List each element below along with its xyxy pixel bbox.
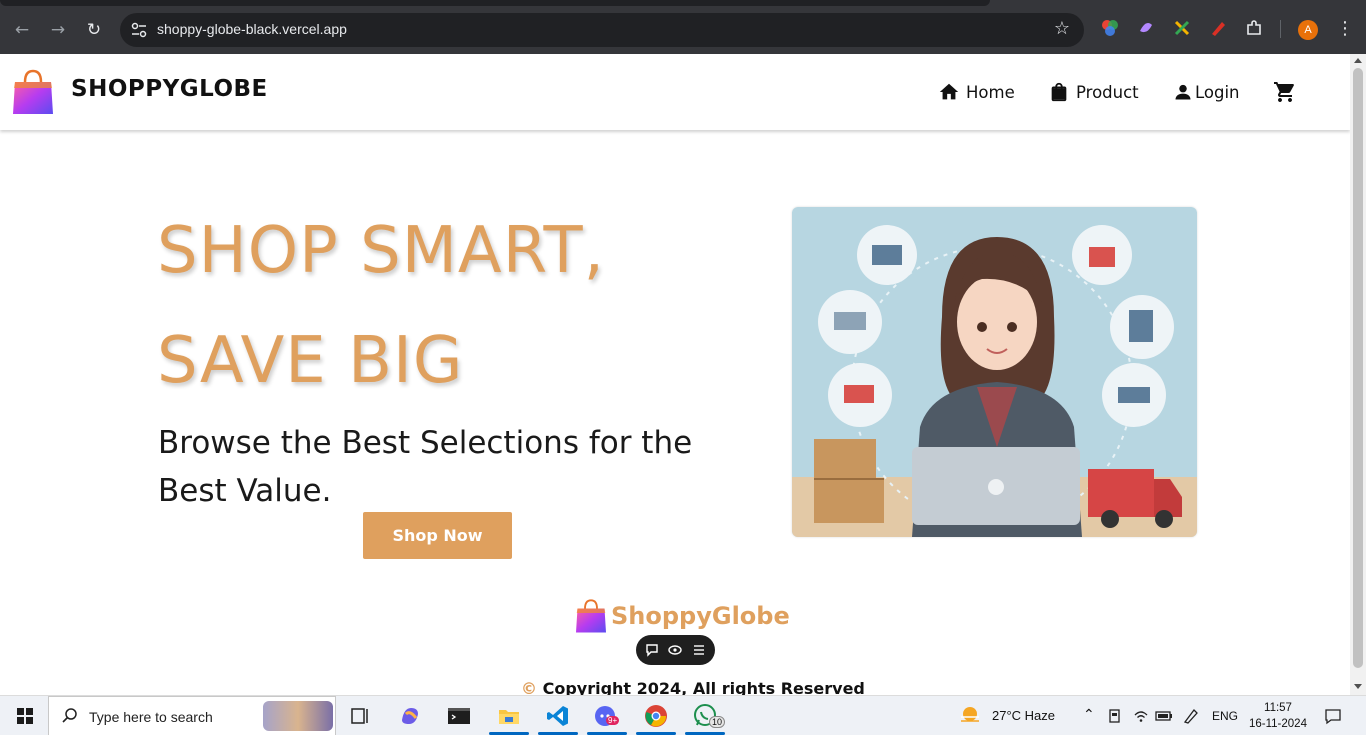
clock[interactable]: 11:57 16-11-2024 — [1247, 700, 1309, 732]
nav-home[interactable]: Home — [938, 79, 1015, 105]
browser-chrome: ← → ↻ shoppy-globe-black.vercel.app ☆ A … — [0, 0, 1366, 54]
forward-icon[interactable]: → — [46, 18, 70, 42]
footer-brand-name: ShoppyGlobe — [611, 602, 790, 630]
comment-icon[interactable] — [645, 643, 659, 657]
shopping-bag-icon — [1051, 82, 1067, 102]
language-indicator[interactable]: ENG — [1212, 709, 1238, 735]
hero-title-line1: SHOP SMART, — [157, 214, 605, 288]
chrome-icon[interactable] — [644, 704, 668, 728]
shop-now-button[interactable]: Shop Now — [363, 512, 512, 559]
brand-name[interactable]: SHOPPYGLOBE — [71, 76, 268, 102]
profile-avatar[interactable]: A — [1298, 20, 1318, 40]
menu-lines-icon[interactable] — [692, 643, 706, 657]
search-placeholder: Type here to search — [89, 709, 213, 725]
site-settings-icon[interactable] — [130, 21, 148, 39]
address-bar[interactable]: shoppy-globe-black.vercel.app ☆ — [120, 13, 1084, 47]
copyright-symbol: © — [521, 679, 537, 695]
windows-start-icon[interactable] — [17, 708, 33, 724]
nav-product-label: Product — [1076, 82, 1139, 102]
nav-login[interactable]: Login — [1173, 79, 1240, 105]
task-view-icon[interactable] — [348, 704, 372, 728]
clock-time: 11:57 — [1264, 702, 1292, 714]
scroll-up-icon[interactable] — [1354, 58, 1362, 63]
weather-haze-icon[interactable] — [959, 705, 981, 727]
copilot-icon[interactable] — [398, 704, 422, 728]
copyright-text: Copyright 2024, All rights Reserved — [542, 679, 865, 695]
weather-text[interactable]: 27°C Haze — [992, 708, 1055, 735]
shopping-illustration — [792, 207, 1197, 537]
pen-icon[interactable] — [1182, 707, 1200, 725]
show-hidden-icons-icon[interactable]: ⌃ — [1083, 706, 1095, 735]
whatsapp-badge: 10 — [709, 716, 726, 728]
file-explorer-icon[interactable] — [497, 704, 521, 728]
page-scrollbar[interactable] — [1350, 54, 1366, 695]
footer-brand[interactable]: ShoppyGlobe — [575, 598, 790, 634]
vscode-icon[interactable] — [546, 704, 570, 728]
terminal-icon[interactable] — [447, 704, 471, 728]
toolbar-divider — [1280, 20, 1281, 38]
bookmark-star-icon[interactable]: ☆ — [1054, 18, 1070, 39]
page-viewport: SHOPPYGLOBE Home Product Login SHOP SMAR… — [0, 54, 1350, 695]
browser-menu-icon[interactable]: ⋮ — [1336, 18, 1354, 39]
color-extension-icon[interactable] — [1101, 19, 1119, 37]
nav-home-label: Home — [966, 82, 1015, 102]
extensions-puzzle-icon[interactable] — [1245, 19, 1263, 37]
tools-extension-icon[interactable] — [1173, 19, 1191, 37]
home-icon — [939, 83, 959, 100]
copyright: © Copyright 2024, All rights Reserved — [521, 679, 865, 695]
shopping-bag-logo-icon[interactable] — [12, 68, 54, 116]
windows-taskbar: Type here to search 9+ 10 27°C Haze ⌃ EN… — [0, 695, 1366, 735]
battery-icon[interactable] — [1155, 708, 1173, 724]
hero-subtitle: Browse the Best Selections for the Best … — [158, 425, 693, 509]
search-icon — [62, 708, 77, 723]
purple-extension-icon[interactable] — [1137, 19, 1155, 37]
cart-icon — [1274, 82, 1294, 102]
pen-extension-icon[interactable] — [1209, 19, 1227, 37]
nav-cart[interactable] — [1273, 79, 1297, 105]
scroll-down-icon[interactable] — [1354, 684, 1362, 689]
eye-icon[interactable] — [668, 643, 682, 657]
nav-login-label: Login — [1195, 82, 1240, 102]
nav-product[interactable]: Product — [1048, 79, 1139, 105]
site-header: SHOPPYGLOBE Home Product Login — [0, 54, 1350, 130]
clock-date: 16-11-2024 — [1249, 718, 1307, 730]
back-icon[interactable]: ← — [10, 18, 34, 42]
taskbar-search[interactable]: Type here to search — [48, 696, 336, 735]
user-icon — [1175, 84, 1191, 100]
discord-badge: 9+ — [606, 716, 620, 725]
tab-strip — [0, 0, 990, 6]
url-text[interactable]: shoppy-globe-black.vercel.app — [157, 21, 347, 37]
scroll-thumb[interactable] — [1353, 68, 1363, 668]
wifi-icon[interactable] — [1133, 708, 1149, 724]
notification-icon[interactable] — [1324, 707, 1342, 725]
hero-title-line2: SAVE BIG — [157, 324, 464, 398]
search-highlight-image — [263, 701, 333, 731]
footer-bag-logo-icon — [576, 599, 606, 633]
reload-icon[interactable]: ↻ — [82, 18, 106, 42]
device-icon[interactable] — [1108, 708, 1122, 724]
floating-toolbar — [636, 635, 715, 665]
